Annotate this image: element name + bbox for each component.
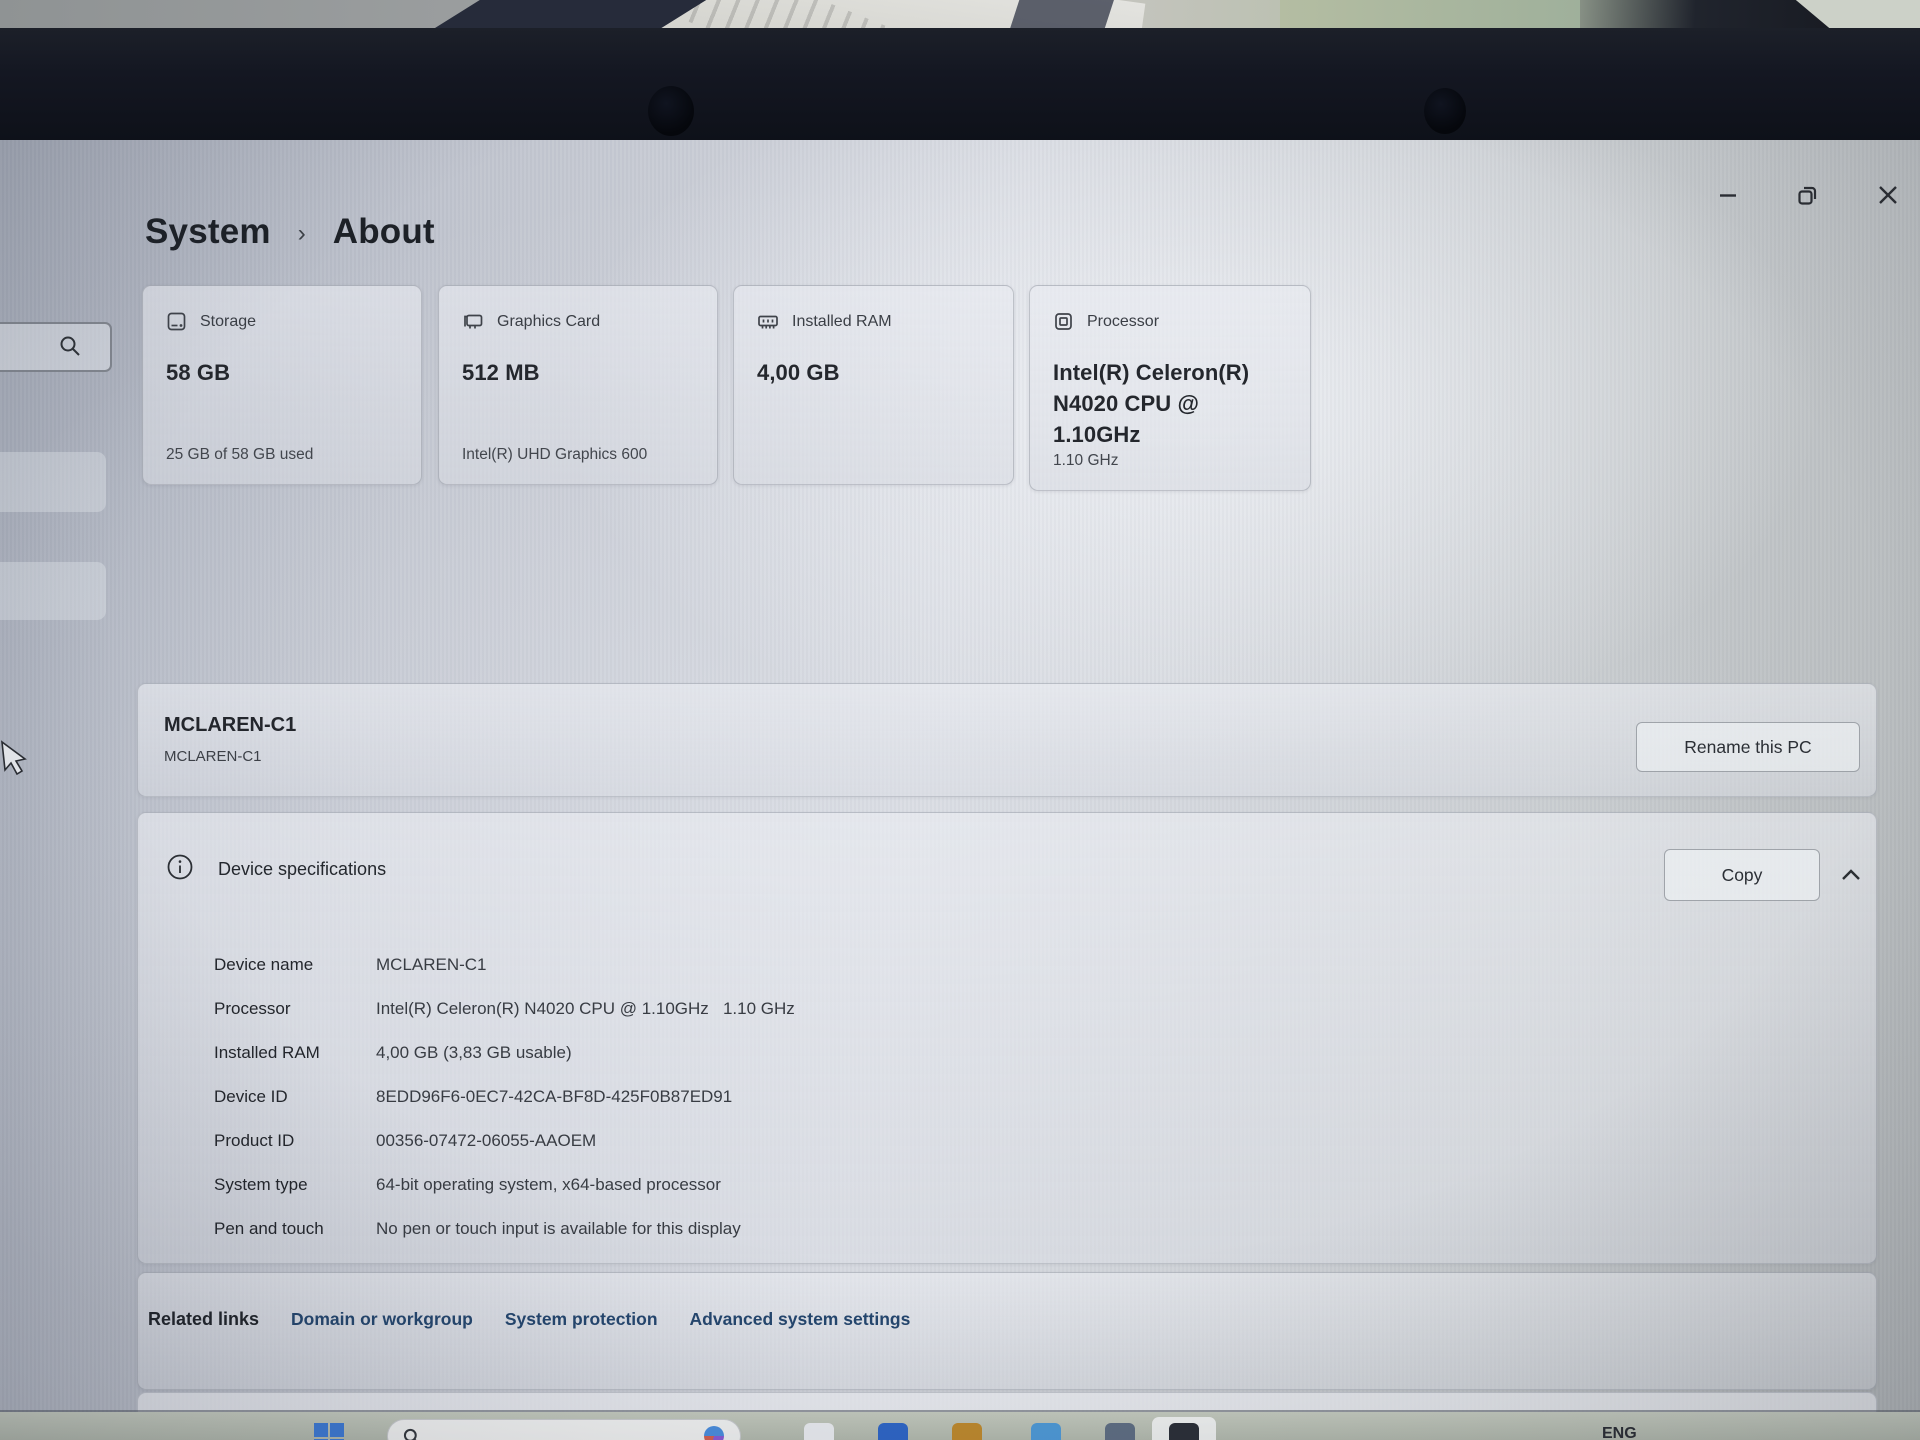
taskbar-search-box[interactable] [387,1419,741,1440]
spec-row: System type 64-bit operating system, x64… [138,1163,1876,1207]
taskbar-app-icon[interactable] [804,1423,834,1440]
settings-window: System › About Storage 58 GB 25 GB of 58… [0,140,1920,1440]
spec-label: Processor [214,999,376,1019]
bezel-hole-left [648,86,694,136]
card-value: Intel(R) Celeron(R) N4020 CPU @ 1.10GHz [1053,357,1287,450]
minimize-button[interactable] [1705,175,1751,215]
spec-label: System type [214,1175,376,1195]
taskbar-app-icon[interactable] [1105,1423,1135,1440]
breadcrumb-system[interactable]: System [145,212,271,252]
sidebar-item[interactable] [0,452,106,512]
next-section-card-peek [137,1392,1877,1412]
close-button[interactable] [1865,175,1911,215]
restore-icon [1796,183,1820,207]
language-indicator[interactable]: ENG [1602,1425,1637,1440]
breadcrumb: System › About [145,212,435,252]
spec-value: Intel(R) Celeron(R) N4020 CPU @ 1.10GHz … [376,999,795,1019]
taskbar-open-app[interactable] [1152,1417,1216,1440]
taskbar-app-icon [1169,1423,1199,1440]
breadcrumb-separator-icon: › [298,220,306,248]
search-icon [58,334,82,358]
device-name-subtitle: MCLAREN-C1 [164,748,262,765]
spec-row: Pen and touch No pen or touch input is a… [138,1207,1876,1251]
graphics-card-icon [462,311,484,332]
related-links-bar: Related links Domain or workgroup System… [137,1272,1877,1390]
spec-value: 8EDD96F6-0EC7-42CA-BF8D-425F0B87ED91 [376,1087,732,1107]
spec-label: Device ID [214,1087,376,1107]
device-specifications-title: Device specifications [218,859,386,880]
spec-label: Device name [214,955,376,975]
storage-icon [166,311,187,332]
installed-ram-card: Installed RAM 4,00 GB [733,285,1014,485]
link-advanced-system-settings[interactable]: Advanced system settings [690,1309,911,1330]
spec-row: Device name MCLAREN-C1 [138,943,1876,987]
spec-label: Pen and touch [214,1219,376,1239]
card-detail: 25 GB of 58 GB used [166,446,313,464]
sidebar-item[interactable] [0,562,106,620]
card-value: 58 GB [166,357,398,388]
link-system-protection[interactable]: System protection [505,1309,658,1330]
card-label: Graphics Card [497,313,600,331]
window-controls [1705,175,1911,215]
spec-row: Installed RAM 4,00 GB (3,83 GB usable) [138,1031,1876,1075]
chevron-up-icon[interactable] [1838,863,1864,889]
spec-value: No pen or touch input is available for t… [376,1219,741,1239]
processor-card: Processor Intel(R) Celeron(R) N4020 CPU … [1029,285,1311,491]
device-name-title: MCLAREN-C1 [164,714,296,737]
taskbar: ENG [0,1412,1920,1440]
search-icon [402,1427,422,1440]
spec-label: Product ID [214,1131,376,1151]
ram-icon [757,311,779,332]
spec-value: 4,00 GB (3,83 GB usable) [376,1043,572,1063]
rename-pc-button[interactable]: Rename this PC [1636,722,1860,772]
spec-value: 64-bit operating system, x64-based proce… [376,1175,721,1195]
link-domain-or-workgroup[interactable]: Domain or workgroup [291,1309,473,1330]
laptop-bezel [0,28,1920,140]
card-label: Installed RAM [792,313,892,331]
device-specifications-panel: Device specifications Copy Device name M… [137,812,1877,1264]
photo-background [0,0,1920,140]
search-input[interactable] [0,322,112,372]
close-icon [1877,184,1899,206]
storage-card: Storage 58 GB 25 GB of 58 GB used [142,285,422,485]
minimize-icon [1717,184,1739,206]
card-label: Storage [200,313,256,331]
spec-value: MCLAREN-C1 [376,955,487,975]
spec-row: Processor Intel(R) Celeron(R) N4020 CPU … [138,987,1876,1031]
card-value: 4,00 GB [757,357,990,388]
mouse-cursor [0,740,30,780]
restore-button[interactable] [1785,175,1831,215]
taskbar-app-icon[interactable] [952,1423,982,1440]
card-detail: Intel(R) UHD Graphics 600 [462,446,647,464]
taskbar-app-icon[interactable] [878,1423,908,1440]
page-title: About [333,212,435,252]
copy-button[interactable]: Copy [1664,849,1820,901]
spec-row: Product ID 00356-07472-06055-AAOEM [138,1119,1876,1163]
device-name-bar: MCLAREN-C1 MCLAREN-C1 Rename this PC [137,683,1877,797]
bezel-hole-right [1424,88,1466,134]
bing-icon [704,1426,724,1440]
card-label: Processor [1087,313,1159,331]
card-detail: 1.10 GHz [1053,452,1118,470]
spec-rows: Device name MCLAREN-C1 Processor Intel(R… [138,943,1876,1251]
start-button[interactable] [312,1421,346,1440]
spec-row: Device ID 8EDD96F6-0EC7-42CA-BF8D-425F0B… [138,1075,1876,1119]
info-icon [166,853,194,881]
graphics-card-card: Graphics Card 512 MB Intel(R) UHD Graphi… [438,285,718,485]
spec-value: 00356-07472-06055-AAOEM [376,1131,596,1151]
taskbar-app-icon[interactable] [1031,1423,1061,1440]
processor-icon [1053,311,1074,332]
spec-label: Installed RAM [214,1043,376,1063]
related-links-label: Related links [148,1309,259,1330]
card-value: 512 MB [462,357,694,388]
